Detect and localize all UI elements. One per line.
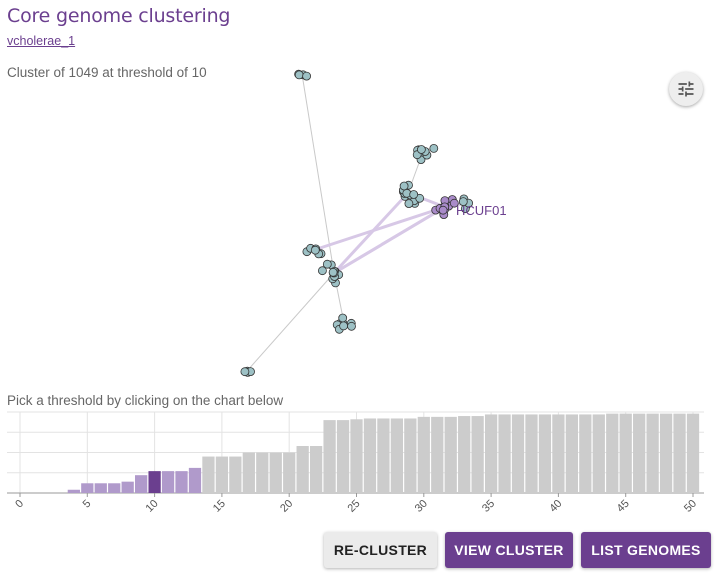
- histogram-bar[interactable]: [686, 413, 700, 493]
- histogram-bar[interactable]: [81, 483, 94, 493]
- histogram-bar[interactable]: [444, 416, 457, 493]
- histogram-bar[interactable]: [579, 414, 592, 493]
- histogram-bar[interactable]: [633, 413, 646, 493]
- network-edge: [333, 205, 446, 275]
- genome-node[interactable]: [317, 266, 327, 276]
- network-nodes: [240, 69, 474, 377]
- histogram-bar[interactable]: [323, 420, 336, 493]
- histogram-bar[interactable]: [121, 481, 134, 493]
- genome-node[interactable]: [429, 144, 439, 153]
- histogram-bar[interactable]: [256, 452, 269, 494]
- histogram-bar[interactable]: [363, 418, 377, 493]
- genome-node[interactable]: [438, 205, 448, 215]
- genome-node[interactable]: [409, 190, 419, 199]
- histogram-bar[interactable]: [565, 414, 578, 493]
- histogram-bar[interactable]: [646, 413, 659, 493]
- genome-node[interactable]: [302, 71, 312, 81]
- histogram-bar[interactable]: [309, 446, 323, 493]
- genome-node[interactable]: [347, 321, 356, 331]
- genome-node[interactable]: [416, 145, 426, 154]
- network-edge: [246, 272, 335, 372]
- x-tick-label: 0: [13, 498, 26, 511]
- genome-node[interactable]: [338, 313, 348, 323]
- histogram-bar[interactable]: [148, 471, 161, 493]
- histogram-bar[interactable]: [417, 416, 430, 493]
- histogram-bar[interactable]: [336, 420, 350, 493]
- histogram-bar[interactable]: [592, 414, 605, 493]
- dataset-link[interactable]: vcholerae_1: [7, 34, 75, 48]
- network-edge: [301, 73, 335, 274]
- network-edge: [313, 205, 446, 252]
- histogram-bar[interactable]: [175, 471, 188, 493]
- histogram-bar[interactable]: [377, 418, 390, 493]
- x-tick-label: 15: [211, 498, 228, 515]
- histogram-bar[interactable]: [135, 475, 148, 493]
- histogram-bar[interactable]: [552, 414, 565, 493]
- x-tick-label: 20: [278, 498, 295, 515]
- genome-node[interactable]: [339, 321, 349, 331]
- histogram-bar[interactable]: [215, 456, 229, 493]
- histogram-bar[interactable]: [108, 483, 121, 493]
- histogram-bar[interactable]: [498, 414, 511, 493]
- histogram-bar[interactable]: [94, 483, 107, 493]
- x-tick-label: 25: [345, 498, 362, 515]
- histogram-bars: [67, 413, 700, 494]
- histogram-bar[interactable]: [471, 416, 484, 493]
- view-cluster-button[interactable]: VIEW CLUSTER: [445, 532, 573, 568]
- genome-node[interactable]: [294, 70, 304, 80]
- histogram-bar[interactable]: [296, 446, 309, 493]
- histogram-bar[interactable]: [525, 414, 538, 493]
- histogram-bar[interactable]: [161, 471, 175, 493]
- histogram-bar[interactable]: [269, 452, 282, 494]
- histogram-bar[interactable]: [511, 414, 525, 493]
- genome-node[interactable]: [240, 367, 250, 377]
- histogram-bar[interactable]: [350, 419, 363, 493]
- genome-node[interactable]: [399, 181, 409, 191]
- x-tick-label: 10: [144, 498, 161, 515]
- histogram-bar[interactable]: [458, 416, 471, 493]
- genome-node[interactable]: [404, 199, 414, 209]
- histogram-bar[interactable]: [659, 413, 673, 493]
- x-tick-label: 40: [547, 498, 564, 515]
- histogram-bar[interactable]: [484, 414, 498, 493]
- recluster-button[interactable]: RE-CLUSTER: [324, 532, 437, 568]
- network-edges: [246, 73, 467, 372]
- list-genomes-button[interactable]: LIST GENOMES: [581, 532, 711, 568]
- cluster-network-graph[interactable]: HCUF01: [0, 55, 721, 390]
- histogram-bar[interactable]: [606, 413, 619, 493]
- histogram-bar[interactable]: [229, 456, 242, 493]
- histogram-bar[interactable]: [188, 467, 202, 493]
- histogram-bar[interactable]: [242, 452, 255, 494]
- histogram-bar[interactable]: [673, 413, 686, 493]
- x-tick-label: 30: [413, 498, 430, 515]
- histogram-bar[interactable]: [283, 452, 296, 494]
- x-tick-label: 45: [615, 498, 632, 515]
- histogram-bar[interactable]: [431, 416, 444, 493]
- histogram-bar[interactable]: [67, 489, 80, 493]
- threshold-histogram[interactable]: 0 5 10 15 20 25 30 35 40 45 50: [0, 405, 721, 525]
- genome-node[interactable]: [310, 245, 320, 255]
- histogram-bar[interactable]: [390, 418, 404, 493]
- genome-node[interactable]: [328, 267, 338, 277]
- x-tick-label: 35: [480, 498, 497, 515]
- network-edge: [332, 191, 410, 275]
- histogram-bar[interactable]: [202, 456, 215, 493]
- histogram-bar[interactable]: [404, 418, 417, 493]
- histogram-bar[interactable]: [619, 413, 632, 493]
- page-title: Core genome clustering: [7, 5, 231, 27]
- highlight-genome-label: HCUF01: [456, 203, 507, 218]
- histogram-bar[interactable]: [538, 414, 552, 493]
- x-tick-label: 50: [682, 498, 699, 515]
- x-tick-label: 5: [81, 498, 94, 511]
